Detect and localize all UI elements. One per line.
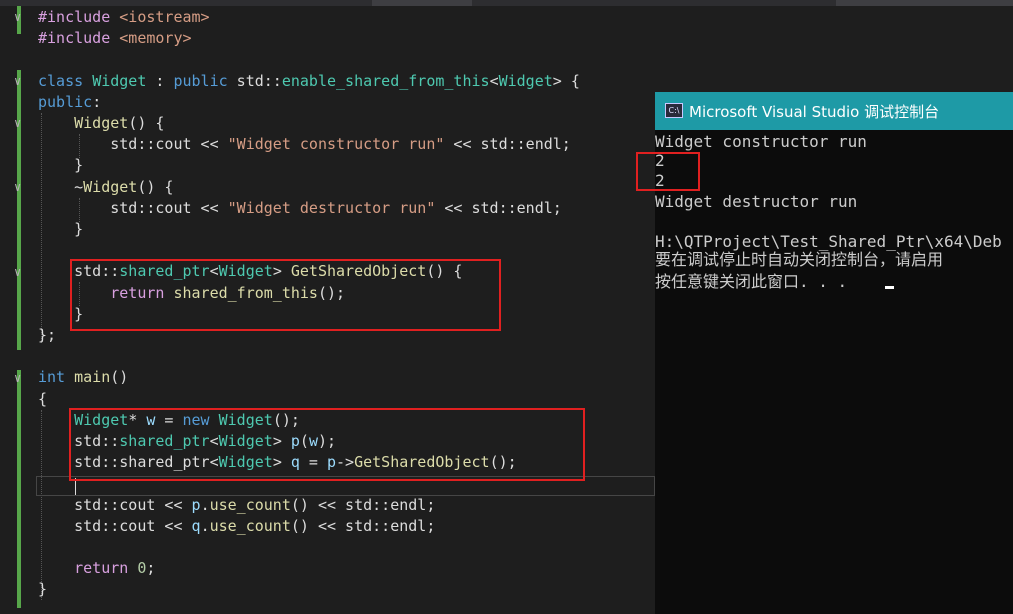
tab-fragment-right[interactable] (836, 0, 1013, 6)
fold-chevron-icon[interactable]: ∨ (14, 71, 21, 91)
debug-console-window[interactable]: C:\ Microsoft Visual Studio 调试控制台 Widget… (636, 92, 1013, 614)
change-bar (17, 70, 21, 350)
code-line[interactable]: int main() (38, 367, 128, 388)
console-line: H:\QTProject\Test_Shared_Ptr\x64\Deb (655, 232, 1002, 251)
code-line[interactable]: Widget() { (38, 113, 164, 134)
code-line[interactable]: } (38, 155, 83, 176)
code-line[interactable]: } (38, 219, 83, 240)
console-line: 按任意键关闭此窗口. . . (655, 272, 848, 291)
console-line: Widget constructor run (655, 132, 867, 151)
fold-chevron-icon[interactable]: ∨ (14, 177, 21, 197)
console-line: Widget destructor run (655, 192, 858, 211)
fold-chevron-icon[interactable]: ∨ (14, 113, 21, 133)
code-line[interactable]: }; (38, 325, 56, 346)
code-line[interactable]: std::cout << p.use_count() << std::endl; (38, 495, 435, 516)
fold-chevron-icon[interactable]: ∨ (14, 262, 21, 282)
code-line[interactable]: std::cout << "Widget destructor run" << … (38, 198, 562, 219)
code-line[interactable]: #include <iostream> (38, 7, 210, 28)
code-line[interactable]: } (38, 579, 47, 600)
fold-chevron-icon[interactable]: ∨ (14, 7, 21, 27)
code-line[interactable]: class Widget : public std::enable_shared… (38, 71, 580, 92)
highlight-box-use-count (636, 152, 700, 191)
console-line: 要在调试停止时自动关闭控制台，请启用 (655, 250, 944, 269)
code-line[interactable]: public: (38, 92, 101, 113)
code-editor[interactable]: ∨ ∨ ∨ ∨ ∨ ∨ #include <iostream> #include … (0, 6, 655, 614)
code-line[interactable]: ~Widget() { (38, 177, 173, 198)
fold-chevron-icon[interactable]: ∨ (14, 368, 21, 388)
console-titlebar[interactable]: C:\ Microsoft Visual Studio 调试控制台 (655, 92, 1013, 130)
console-cursor (885, 286, 894, 289)
code-line[interactable]: std::cout << "Widget constructor run" <<… (38, 134, 571, 155)
console-app-icon: C:\ (665, 103, 683, 118)
code-line[interactable]: return 0; (38, 558, 155, 579)
highlight-box-getsharedobject (70, 259, 501, 331)
change-bar (17, 370, 21, 608)
code-line[interactable]: std::cout << q.use_count() << std::endl; (38, 516, 435, 537)
code-line[interactable]: #include <memory> (38, 28, 192, 49)
console-title: Microsoft Visual Studio 调试控制台 (689, 103, 940, 121)
code-line[interactable]: { (38, 389, 47, 410)
highlight-box-main-pointers (69, 408, 585, 481)
